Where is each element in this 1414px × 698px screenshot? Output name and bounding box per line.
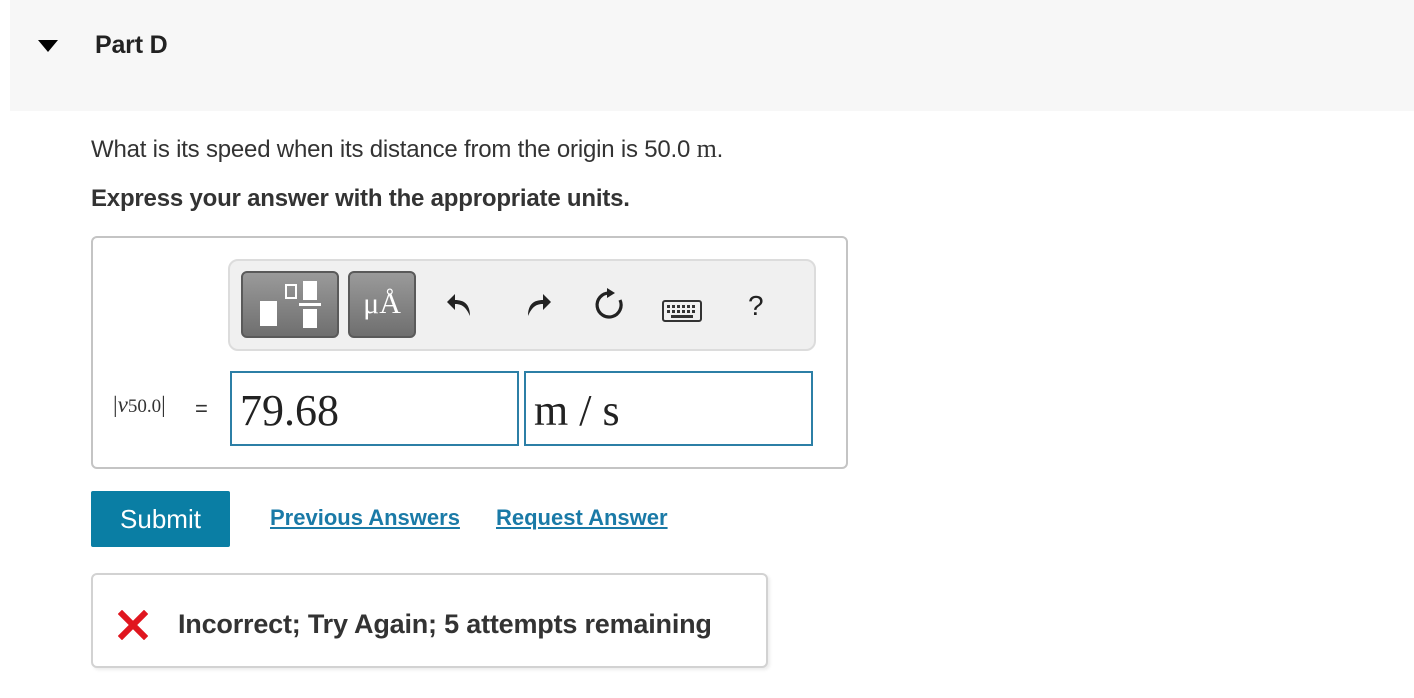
request-answer-link[interactable]: Request Answer [496,505,668,531]
answer-value-field[interactable]: 79.68 [230,371,519,446]
previous-answers-link[interactable]: Previous Answers [270,505,460,531]
question-text: What is its speed when its distance from… [91,134,723,164]
x-icon [117,609,149,645]
units-button[interactable]: μÅ [348,271,416,338]
instruction-text: Express your answer with the appropriate… [91,185,630,212]
templates-button[interactable] [241,271,339,338]
question-body: What is its speed when its distance from… [91,136,697,163]
redo-icon[interactable] [524,290,552,318]
part-header[interactable] [10,0,1414,111]
units-label: μÅ [363,287,401,320]
answer-unit-field[interactable]: m / s [524,371,813,446]
keyboard-icon[interactable] [662,300,702,322]
caret-down-icon[interactable] [38,40,58,52]
variable-subscript: 50.0 [127,396,162,417]
question-unit: m [696,134,717,163]
feedback-message: Incorrect; Try Again; 5 attempts remaini… [178,609,712,639]
variable-symbol: v [117,392,128,417]
fraction-template-icon [260,281,321,328]
answer-unit: m / s [534,386,620,435]
answer-value: 79.68 [240,386,339,435]
answer-variable-label: |v50.0| [113,392,166,417]
undo-icon[interactable] [446,290,474,318]
submit-button[interactable]: Submit [91,491,230,547]
part-title: Part D [95,31,168,59]
question-end: . [716,136,724,163]
help-button[interactable]: ? [748,290,764,322]
equals-sign: = [195,396,208,421]
reset-icon[interactable] [592,288,626,322]
